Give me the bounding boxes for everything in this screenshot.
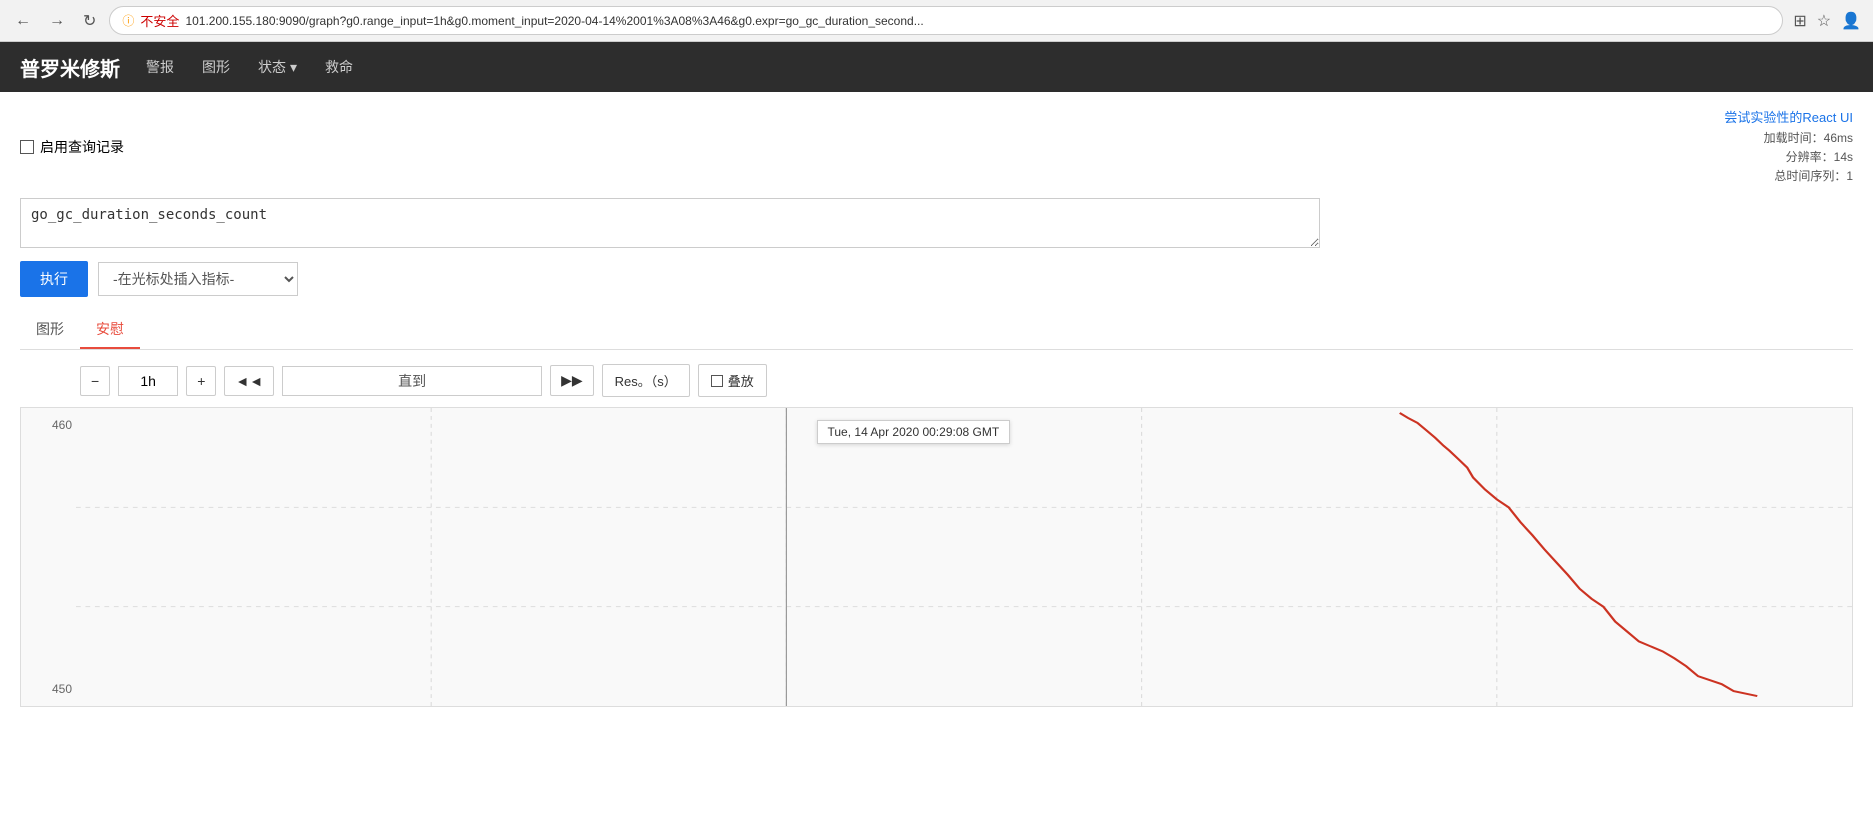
forward-button[interactable]: → xyxy=(44,10,70,32)
react-ui-section: 尝试实验性的React UI 加载时间：46ms 分辨率：14s 总时间序列：1 xyxy=(1724,108,1853,186)
translate-icon[interactable]: ⊞ xyxy=(1791,9,1808,33)
stack-label: 叠放 xyxy=(728,371,754,390)
app-logo: 普罗米修斯 xyxy=(20,53,120,82)
resolution-button[interactable]: Res。（s） xyxy=(602,364,690,397)
tab-console[interactable]: 安慰 xyxy=(80,311,140,349)
y-label-top: 460 xyxy=(25,418,72,432)
range-increase-button[interactable]: + xyxy=(186,366,216,396)
graph-controls: − + ◄◄ ▶▶ Res。（s） 叠放 xyxy=(80,364,1853,397)
profile-icon[interactable]: 👤 xyxy=(1839,9,1863,33)
y-label-bottom: 450 xyxy=(25,682,72,696)
execute-row: 执行 -在光标处插入指标- xyxy=(20,261,1853,297)
query-input-row xyxy=(20,198,1853,251)
nav-graph[interactable]: 图形 xyxy=(200,53,232,81)
execute-button[interactable]: 执行 xyxy=(20,261,88,297)
until-input[interactable] xyxy=(282,366,542,396)
url-text: 101.200.155.180:9090/graph?g0.range_inpu… xyxy=(185,14,923,28)
stats-panel: 尝试实验性的React UI 加载时间：46ms 分辨率：14s 总时间序列：1 xyxy=(1724,108,1853,186)
main-content: 启用查询记录 尝试实验性的React UI 加载时间：46ms 分辨率：14s … xyxy=(0,92,1873,723)
security-icon: ⓘ xyxy=(122,12,134,29)
chart-line xyxy=(1400,413,1758,696)
query-textarea[interactable] xyxy=(20,198,1320,248)
enable-query-record-label: 启用查询记录 xyxy=(40,137,124,157)
query-record-left: 启用查询记录 xyxy=(20,137,124,157)
browser-actions: ⊞ ☆ 👤 xyxy=(1791,9,1863,33)
nav-status[interactable]: 状态 ▾ xyxy=(256,53,299,81)
graph-area: 460 450 Tue, 14 Apr 2020 00:29:08 GMT xyxy=(20,407,1853,707)
query-record-row: 启用查询记录 尝试实验性的React UI 加载时间：46ms 分辨率：14s … xyxy=(20,108,1853,186)
range-decrease-button[interactable]: − xyxy=(80,366,110,396)
y-axis-labels: 460 450 xyxy=(21,408,76,706)
app-header: 普罗米修斯 警报 图形 状态 ▾ 救命 xyxy=(0,42,1873,92)
graph-svg xyxy=(76,408,1852,706)
security-label: 不安全 xyxy=(140,11,179,30)
load-time-value: 加载时间：46ms xyxy=(1724,129,1853,148)
reload-button[interactable]: ↻ xyxy=(78,9,101,33)
stack-checkbox-icon xyxy=(711,375,723,387)
react-ui-link[interactable]: 尝试实验性的React UI xyxy=(1724,110,1853,125)
metric-select[interactable]: -在光标处插入指标- xyxy=(98,262,298,296)
nav-help[interactable]: 救命 xyxy=(323,53,355,81)
tab-graph[interactable]: 图形 xyxy=(20,311,80,349)
stack-button[interactable]: 叠放 xyxy=(698,364,767,397)
browser-chrome: ← → ↻ ⓘ 不安全 101.200.155.180:9090/graph?g… xyxy=(0,0,1873,42)
address-bar[interactable]: ⓘ 不安全 101.200.155.180:9090/graph?g0.rang… xyxy=(109,6,1783,35)
resolution-value: 分辨率：14s xyxy=(1724,148,1853,167)
load-time-stat: 尝试实验性的React UI xyxy=(1724,108,1853,129)
total-series-value: 总时间序列：1 xyxy=(1724,167,1853,186)
next-time-button[interactable]: ▶▶ xyxy=(550,365,594,396)
enable-query-record-checkbox[interactable] xyxy=(20,140,34,154)
nav-alerts[interactable]: 警报 xyxy=(144,53,176,81)
range-input[interactable] xyxy=(118,366,178,396)
prev-time-button[interactable]: ◄◄ xyxy=(224,366,274,396)
chevron-down-icon: ▾ xyxy=(290,59,297,76)
tabs-row: 图形 安慰 xyxy=(20,311,1853,350)
bookmark-icon[interactable]: ☆ xyxy=(1815,9,1833,33)
back-button[interactable]: ← xyxy=(10,10,36,32)
